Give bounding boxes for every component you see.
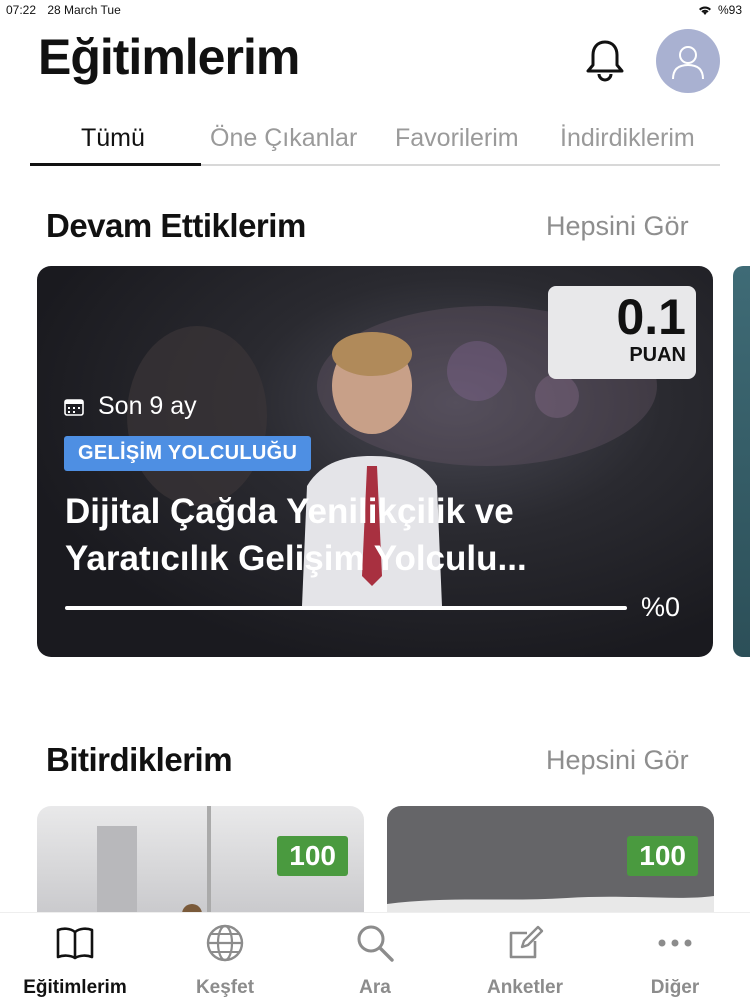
course-title: Dijital Çağda Yenilikçilik ve Yaratıcılı…: [65, 492, 527, 578]
completed-score-badge: 100: [627, 836, 698, 876]
see-all-continuing[interactable]: Hepsini Gör: [546, 211, 689, 242]
nav-label: Keşfet: [195, 977, 255, 998]
nav-item-trainings[interactable]: Eğitimlerim: [0, 913, 150, 1000]
points-badge: 0.1 PUAN: [548, 286, 696, 379]
course-date-text: Son 9 ay: [98, 392, 197, 420]
calendar-icon: [64, 398, 84, 416]
bottom-navigation: Eğitimlerim Keşfet Ara Anketler Diğer: [0, 912, 750, 1000]
status-date: 28 March Tue: [47, 3, 121, 17]
tab-favorites[interactable]: Favorilerim: [395, 124, 519, 153]
avatar[interactable]: [656, 29, 720, 93]
tab-all[interactable]: Tümü: [81, 124, 145, 153]
notifications-button[interactable]: [584, 38, 626, 82]
nav-label: Ara: [359, 977, 391, 998]
wifi-icon: [698, 6, 711, 15]
status-time: 07:22: [6, 3, 37, 17]
status-bar: 07:22 28 March Tue %93: [0, 0, 750, 20]
completed-course-card[interactable]: 100: [37, 806, 364, 916]
user-icon: [672, 46, 704, 80]
bell-icon: [586, 40, 624, 82]
completed-score-badge: 100: [277, 836, 348, 876]
course-category-badge: GELİŞİM YOLCULUĞU: [64, 436, 312, 471]
nav-item-surveys[interactable]: Anketler: [450, 913, 600, 1000]
battery-level: %93: [717, 3, 742, 17]
search-icon: [357, 925, 394, 962]
see-all-completed[interactable]: Hepsini Gör: [546, 745, 689, 776]
tab-bar-top: Tümü Öne Çıkanlar Favorilerim İndirdikle…: [30, 120, 720, 166]
points-label: PUAN: [629, 344, 686, 366]
book-icon: [56, 927, 94, 960]
tab-indicator: [30, 163, 201, 166]
completed-course-card[interactable]: 100: [387, 806, 714, 916]
edit-icon: [509, 925, 544, 959]
course-date: Son 9 ay: [64, 392, 197, 421]
nav-item-explore[interactable]: Keşfet: [150, 913, 300, 1000]
section-title-continuing: Devam Ettiklerim: [46, 207, 306, 244]
nav-label: Anketler: [486, 977, 564, 998]
section-title-completed: Bitirdiklerim: [46, 741, 233, 778]
nav-item-more[interactable]: Diğer: [600, 913, 750, 1000]
more-icon: [658, 939, 692, 947]
tab-featured[interactable]: Öne Çıkanlar: [210, 124, 357, 153]
course-progress-bar: [65, 606, 627, 610]
tab-downloads[interactable]: İndirdiklerim: [560, 124, 695, 153]
course-card[interactable]: 0.1 PUAN Son 9 ay GELİŞİM YOLCULUĞU Diji…: [37, 266, 713, 657]
globe-icon: [206, 924, 244, 962]
course-progress-label: %0: [641, 592, 681, 622]
next-course-card[interactable]: [733, 266, 750, 657]
nav-label: Diğer: [650, 977, 700, 998]
page-title: Eğitimlerim: [38, 29, 300, 85]
points-value: 0.1: [616, 289, 686, 345]
nav-item-search[interactable]: Ara: [300, 913, 450, 1000]
nav-label: Eğitimlerim: [23, 977, 127, 998]
